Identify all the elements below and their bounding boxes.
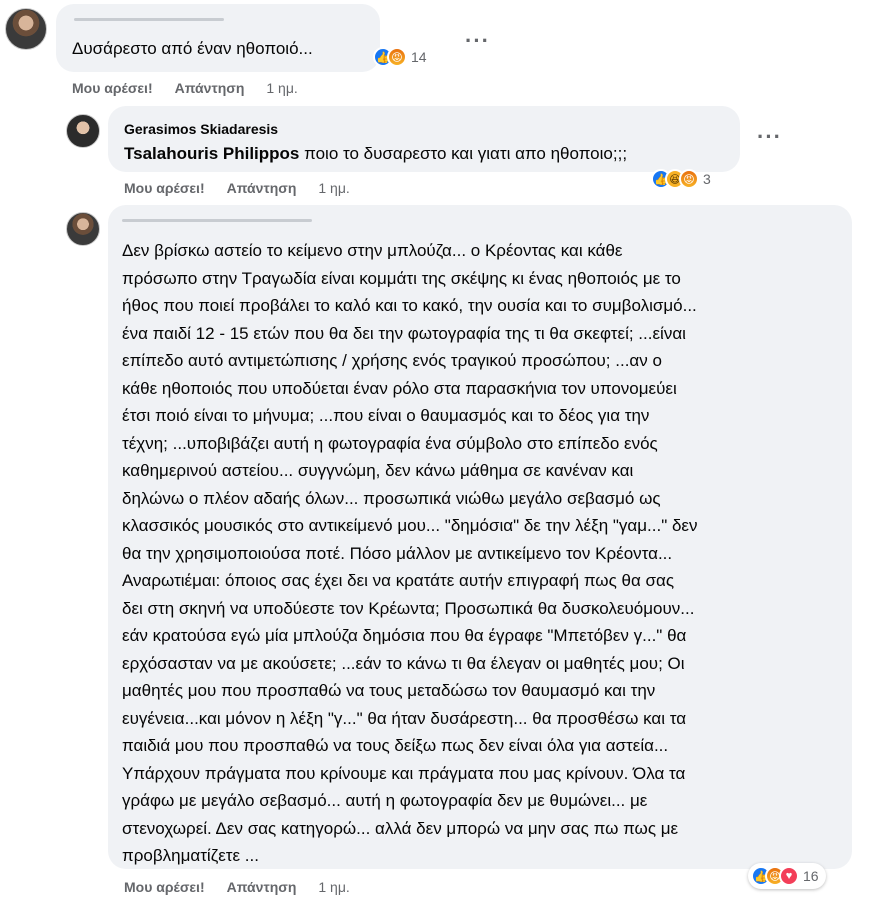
comment-text: Δεν βρίσκω αστείο το κείμενο στην μπλούζ… (122, 237, 846, 870)
love-reaction-icon: ♥ (779, 866, 799, 886)
comment-text: Tsalahouris Philippos ποιο το δυσαρεστο … (124, 142, 627, 166)
timestamp[interactable]: 1 ημ. (318, 180, 349, 196)
text-line: κλασσικός μουσικός στο αντικείμενό μου..… (122, 516, 698, 535)
comment-actions: Μου αρέσει! Απάντηση 1 ημ. (124, 879, 350, 895)
text-line: γράφω με μεγάλο σεβασμό... αυτή η φωτογρ… (122, 791, 648, 810)
reaction-count: 3 (703, 171, 711, 187)
reply-button[interactable]: Απάντηση (175, 80, 245, 96)
angry-reaction-icon: 😡 (387, 47, 407, 67)
text-line: Υπάρχουν πράγματα που κρίνουμε και πράγμ… (122, 763, 686, 783)
text-line: ένα παιδί 12 - 15 ετών που θα δει την φω… (122, 323, 686, 343)
like-button[interactable]: Μου αρέσει! (124, 180, 205, 196)
avatar[interactable] (66, 114, 100, 148)
comment-bubble: Δεν βρίσκω αστείο το κείμενο στην μπλούζ… (108, 205, 852, 869)
timestamp[interactable]: 1 ημ. (266, 80, 297, 96)
mention-link[interactable]: Tsalahouris Philippos (124, 144, 299, 163)
text-line: κάθε ηθοποιός που υποδύεται έναν ρόλο στ… (122, 378, 677, 398)
comment-bubble: Gerasimos Skiadaresis Tsalahouris Philip… (108, 106, 740, 172)
reaction-summary[interactable]: 👍 😡 ♥ 16 (748, 863, 826, 889)
reply-button[interactable]: Απάντηση (227, 180, 297, 196)
text-line: ήθος που ποιεί προβάλει το καλό και το κ… (122, 296, 697, 315)
text-line: ευγένεια...και μόνον η λέξη "γ..." θα ήτ… (122, 708, 687, 728)
avatar[interactable] (5, 8, 47, 50)
text-line: ερχόσασταν να με ακούσετε; ...εάν το κάν… (122, 653, 685, 673)
more-options-icon[interactable]: ··· (757, 126, 782, 148)
text-line: παιδιά μου που προσπαθώ να τους δείξω πω… (122, 736, 669, 755)
text-line: καθημερινού αστείου... συγγνώμη, δεν κάν… (122, 461, 634, 480)
like-button[interactable]: Μου αρέσει! (72, 80, 153, 96)
text-line: πρόσωπο στην Τραγωδία είναι κομμάτι της … (122, 268, 681, 288)
redacted-author-name (74, 18, 224, 21)
comment-body: ποιο το δυσαρεστο και γιατι απο ηθοποιο;… (299, 144, 628, 163)
reaction-summary[interactable]: 👍 😡 14 (370, 44, 435, 70)
reply-button[interactable]: Απάντηση (227, 879, 297, 895)
text-line: Αναρωτιέμαι: όποιος σας έχει δει να κρατ… (122, 571, 675, 590)
text-line: δει στη σκηνή να υποδύεστε τον Κρέωντα; … (122, 598, 695, 618)
text-line: θα την χρησιμοποιούσα ποτέ. Πόσο μάλλον … (122, 543, 673, 563)
comment-text: Δυσάρεστο από έναν ηθοποιό... (72, 39, 313, 58)
text-line: στενοχωρεί. Δεν σας κατηγορώ... αλλά δεν… (122, 818, 679, 838)
like-button[interactable]: Μου αρέσει! (124, 879, 205, 895)
reaction-count: 14 (411, 49, 427, 65)
comment-actions: Μου αρέσει! Απάντηση 1 ημ. (72, 80, 298, 96)
text-line: έτσι ποιό είναι το μήνυμα; ...που είναι … (122, 406, 650, 425)
text-line: εάν κρατούσα εγώ μία μπλούζα δημόσια που… (122, 626, 687, 645)
comment-bubble: Δυσάρεστο από έναν ηθοποιό... (56, 4, 380, 72)
timestamp[interactable]: 1 ημ. (318, 879, 349, 895)
comment-actions: Μου αρέσει! Απάντηση 1 ημ. (124, 180, 350, 196)
reaction-count: 16 (803, 868, 819, 884)
avatar[interactable] (66, 212, 100, 246)
text-line: τέχνη; ...υποβιβάζει αυτή η φωτογραφία έ… (122, 433, 658, 453)
redacted-author-name (122, 219, 312, 222)
text-line: μαθητές μου που προσπαθώ να τους μεταδώσ… (122, 681, 656, 700)
text-line: επίπεδο αυτό αντιμετώπισης / χρήσης ενός… (122, 351, 662, 370)
text-line: δηλώνω ο πλέον αδαής όλων... προσωπικά ν… (122, 488, 661, 508)
angry-reaction-icon: 😡 (679, 169, 699, 189)
more-options-icon[interactable]: ··· (465, 30, 490, 52)
reaction-summary[interactable]: 👍 😆 😡 3 (648, 166, 718, 192)
comment-author[interactable]: Gerasimos Skiadaresis (124, 121, 278, 137)
text-line: Δεν βρίσκω αστείο το κείμενο στην μπλούζ… (122, 241, 623, 260)
text-line: προβληματίζετε ... (122, 846, 259, 865)
